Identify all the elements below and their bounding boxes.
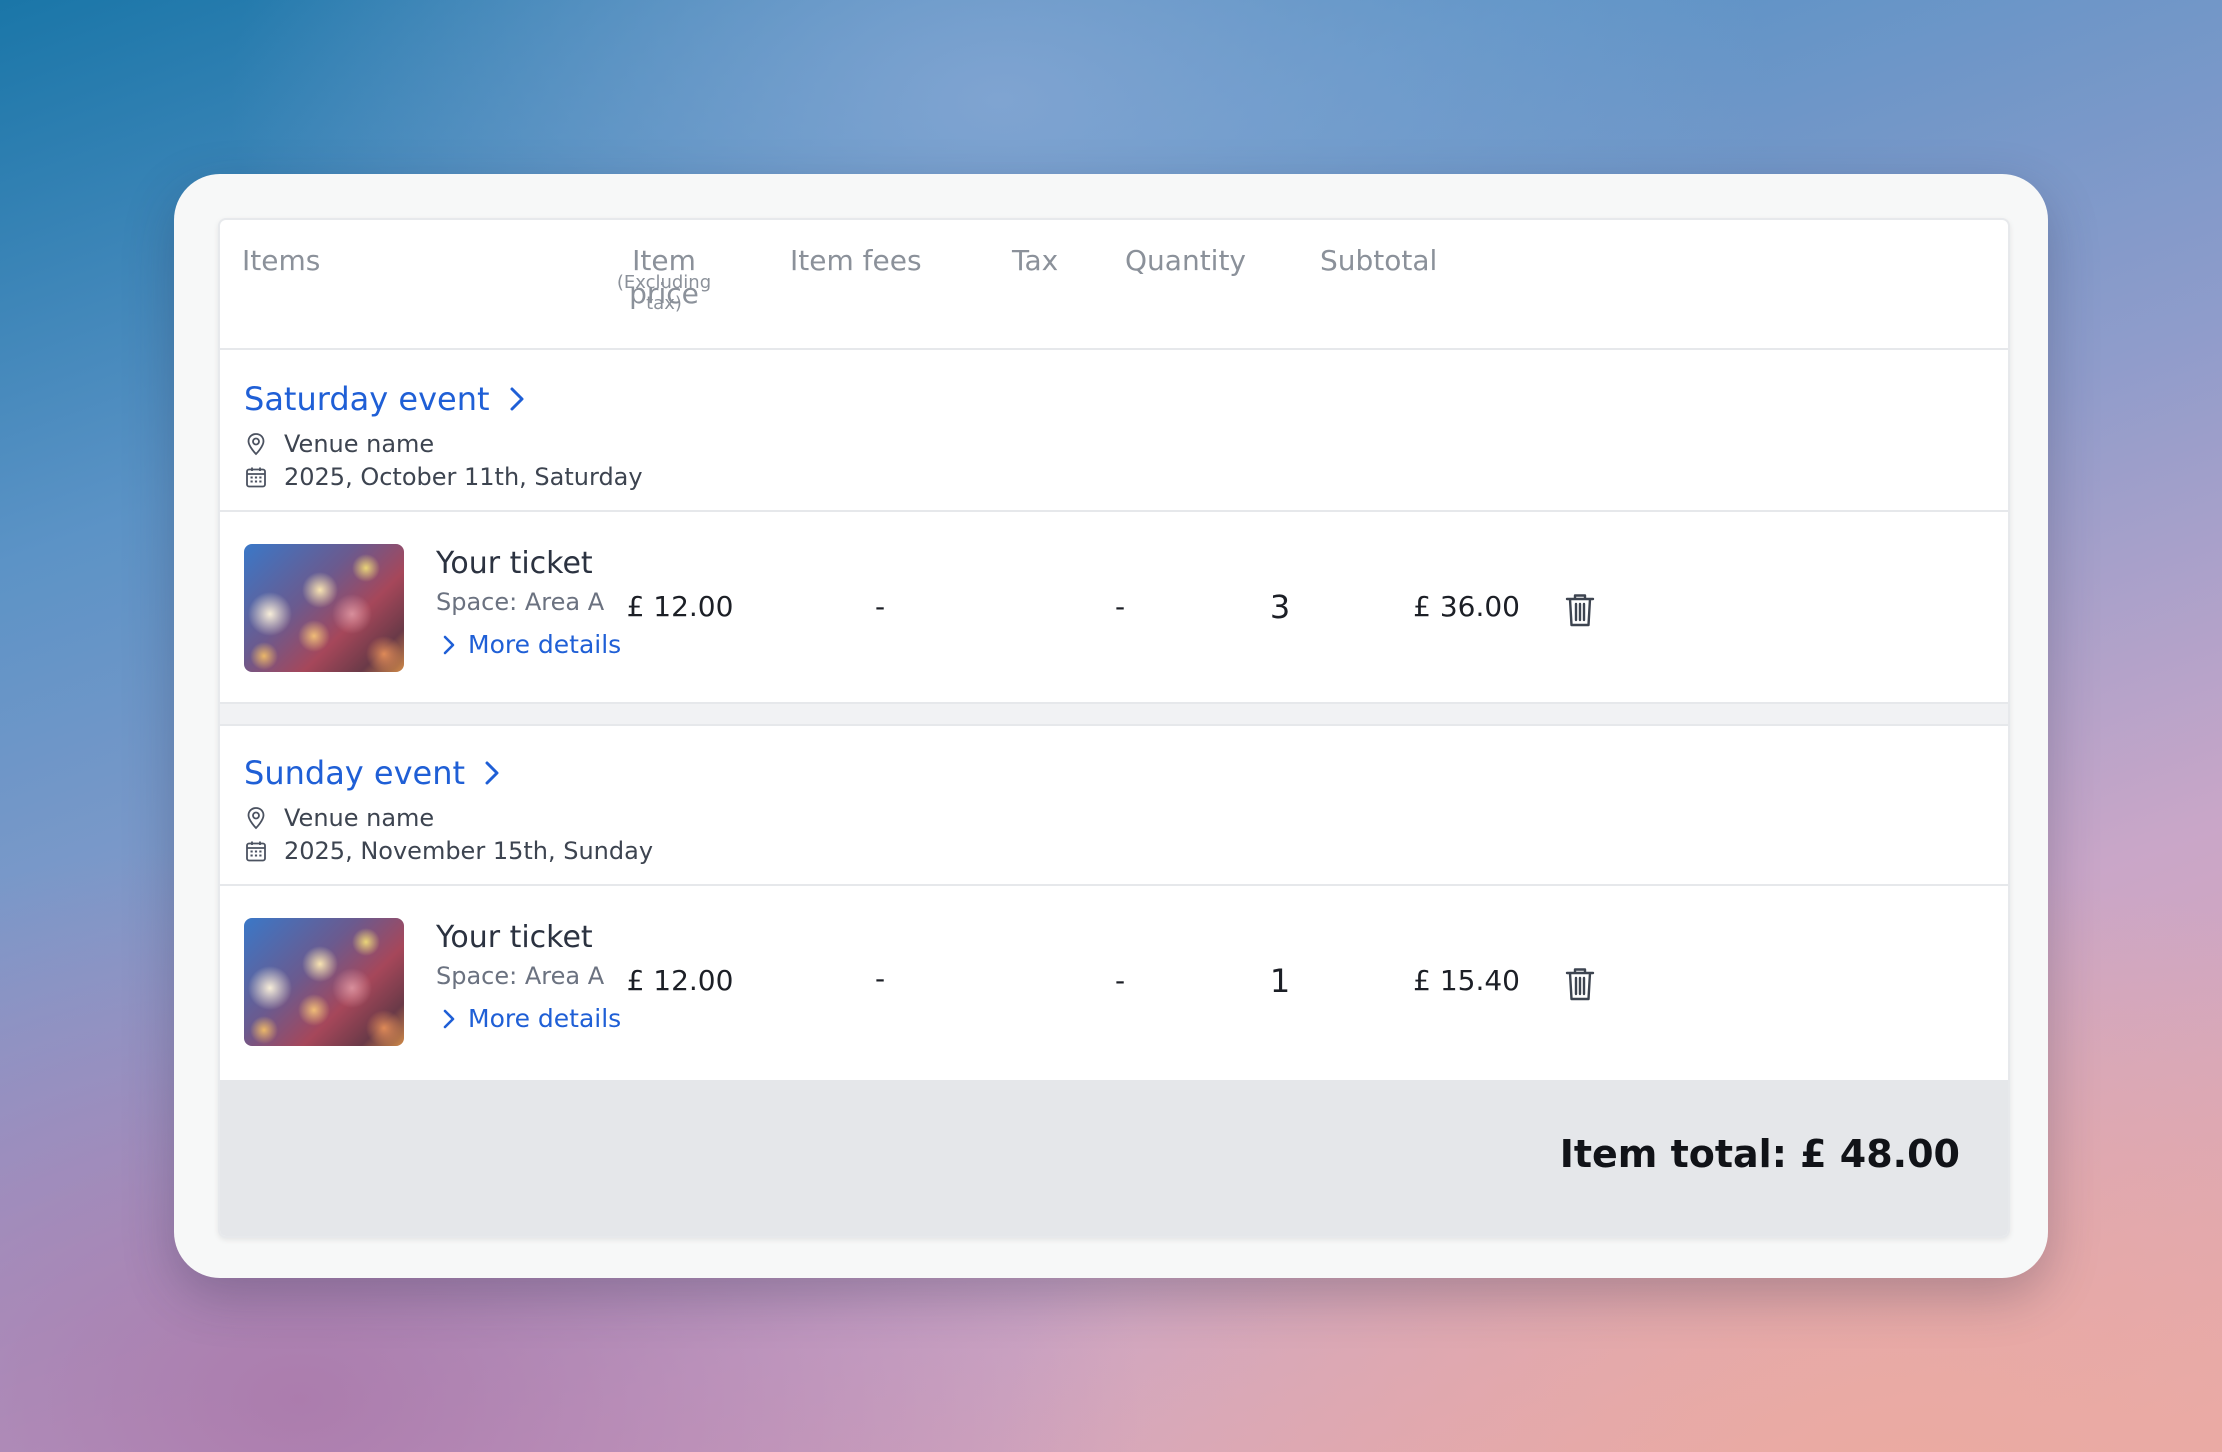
modal-frame: Items Item price (Excluding tax) Item fe…	[174, 174, 2048, 1278]
ticket-fees: -	[874, 962, 886, 995]
header-item-price-note: (Excluding tax)	[616, 272, 712, 314]
header-quantity: Quantity	[1125, 244, 1246, 277]
event-date: 2025, October 11th, Saturday	[244, 463, 643, 491]
calendar-icon	[246, 841, 266, 862]
ticket-name: Your ticket	[436, 546, 593, 581]
chevron-right-icon	[510, 387, 524, 411]
ticket-quantity: 1	[1269, 962, 1291, 1000]
event-title-saturday[interactable]: Saturday event	[244, 380, 526, 418]
chevron-right-icon	[443, 1009, 455, 1028]
ticket-quantity: 3	[1269, 588, 1291, 626]
venue-label: Venue name	[284, 804, 435, 832]
event-venue: Venue name	[244, 430, 434, 458]
date-label: 2025, October 11th, Saturday	[284, 463, 643, 491]
calendar-icon	[246, 467, 266, 488]
ticket-price: £ 12.00	[626, 964, 734, 997]
header-divider	[220, 348, 2008, 350]
date-label: 2025, November 15th, Sunday	[284, 837, 654, 865]
ticket-subtotal: £ 15.40	[1413, 964, 1520, 997]
event-title-sunday[interactable]: Sunday event	[244, 754, 501, 792]
event-venue: Venue name	[244, 804, 434, 832]
header-items: Items	[242, 244, 321, 277]
ticket-fees: -	[874, 590, 886, 623]
event-date: 2025, November 15th, Sunday	[244, 837, 653, 865]
ticket-thumbnail	[244, 544, 404, 672]
ticket-thumbnail	[244, 918, 404, 1046]
more-details-label: More details	[468, 1004, 622, 1033]
ticket-space: Space: Area A	[436, 588, 605, 616]
trash-icon[interactable]	[1564, 592, 1596, 628]
event-title-label: Saturday event	[244, 380, 490, 418]
ticket-price: £ 12.00	[626, 590, 734, 623]
ticket-subtotal: £ 36.00	[1413, 590, 1520, 623]
event-divider	[220, 884, 2008, 886]
ticket-name: Your ticket	[436, 920, 593, 955]
more-details-link[interactable]: More details	[442, 630, 621, 659]
more-details-link[interactable]: More details	[442, 1004, 621, 1033]
ticket-tax: -	[1114, 964, 1126, 997]
header-tax: Tax	[1012, 244, 1059, 277]
ticket-space: Space: Area A	[436, 962, 605, 990]
more-details-label: More details	[468, 630, 622, 659]
event-title-label: Sunday event	[244, 754, 466, 792]
trash-icon[interactable]	[1564, 966, 1596, 1002]
event-separator	[220, 702, 2008, 726]
chevron-right-icon	[443, 635, 455, 654]
chevron-right-icon	[485, 761, 499, 785]
cart-footer: Item total: £ 48.00	[220, 1080, 2008, 1236]
event-divider	[220, 510, 2008, 512]
venue-label: Venue name	[284, 430, 435, 458]
item-total: Item total: £ 48.00	[1559, 1132, 1960, 1176]
header-item-fees: Item fees	[790, 244, 922, 277]
location-pin-icon	[247, 807, 265, 830]
cart-table: Items Item price (Excluding tax) Item fe…	[218, 218, 2010, 1238]
header-subtotal: Subtotal	[1320, 244, 1438, 277]
ticket-tax: -	[1114, 590, 1126, 623]
location-pin-icon	[247, 433, 265, 456]
